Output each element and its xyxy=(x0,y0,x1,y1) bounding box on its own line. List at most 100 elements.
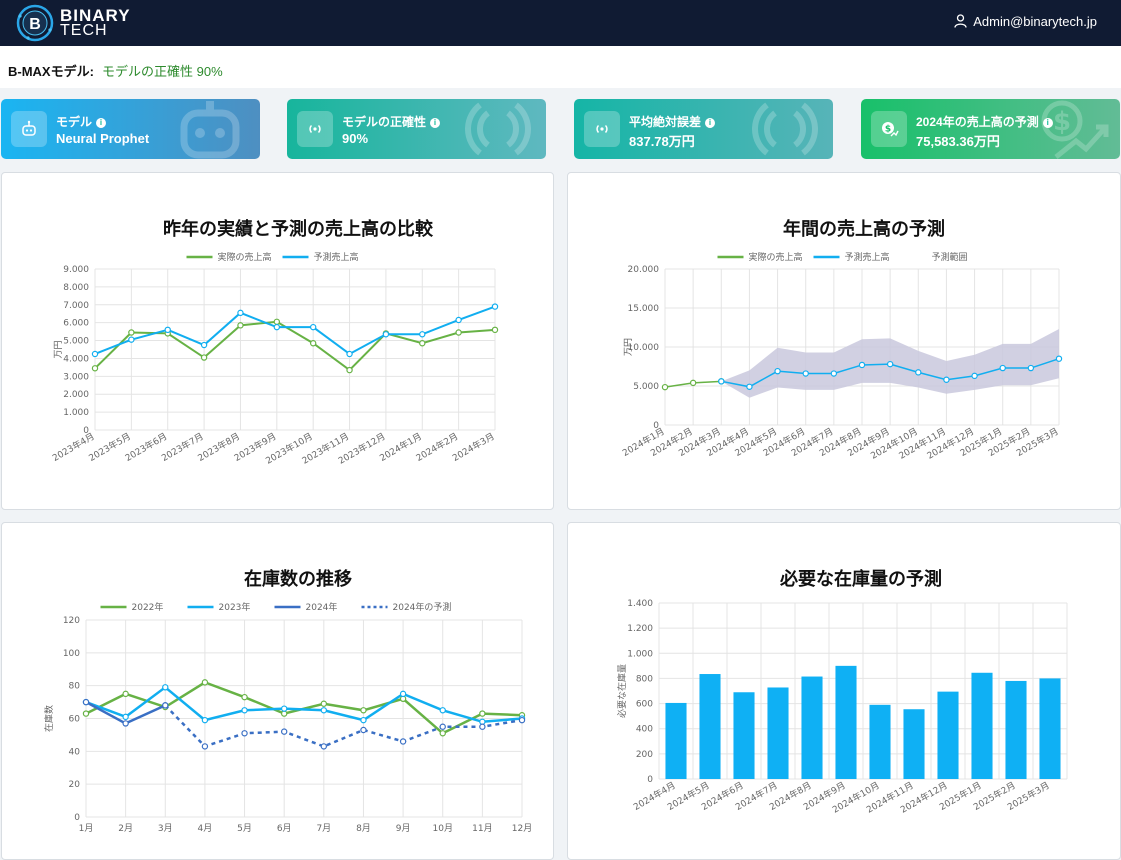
user-icon xyxy=(954,14,967,28)
y-tick-label: 4.000 xyxy=(63,354,89,364)
info-icon[interactable]: i xyxy=(705,118,716,128)
bar xyxy=(699,674,721,779)
top-bar: B BINARY TECH Admin@binarytech.jp xyxy=(0,0,1121,46)
data-point xyxy=(237,322,244,329)
x-tick-label: 2024年3月 xyxy=(450,430,496,464)
data-point xyxy=(439,730,446,737)
data-point xyxy=(241,730,248,737)
y-tick-label: 1.000 xyxy=(63,408,89,418)
bar xyxy=(733,692,755,779)
bar xyxy=(1005,680,1027,779)
series-line-2024-forecast xyxy=(164,704,523,748)
data-point xyxy=(491,303,499,310)
money-growth-decor-icon: $ xyxy=(1041,100,1109,159)
y-tick-label: 400 xyxy=(636,725,653,735)
kpi-card-accuracy: モデルの正確性 i 90% xyxy=(287,99,546,159)
kpi-title: モデル xyxy=(56,115,93,129)
y-tick-label: 1.400 xyxy=(627,599,653,609)
series-line-2023 xyxy=(85,685,523,724)
data-point xyxy=(128,329,135,336)
data-point xyxy=(346,350,353,358)
y-tick-label: 0 xyxy=(74,813,80,823)
info-icon[interactable]: i xyxy=(96,118,107,128)
data-point xyxy=(439,723,446,730)
y-tick-label: 15.000 xyxy=(628,304,660,314)
y-axis-label: 必要な在庫量 xyxy=(616,664,628,718)
info-icon[interactable]: i xyxy=(430,118,441,128)
bar xyxy=(1039,678,1061,779)
robot-decor-icon xyxy=(180,101,240,159)
robot-icon xyxy=(22,120,36,136)
kpi-title: モデルの正確性 xyxy=(342,115,427,129)
y-tick-label: 5.000 xyxy=(63,337,89,347)
chart-title: 在庫数の推移 xyxy=(244,568,352,590)
bar xyxy=(767,687,789,779)
data-point xyxy=(455,329,462,336)
data-point xyxy=(419,340,426,347)
data-point xyxy=(802,370,809,377)
bar xyxy=(665,702,687,779)
data-point xyxy=(309,340,317,347)
logo-line1: BINARY xyxy=(60,6,131,25)
data-point xyxy=(1055,355,1063,362)
model-accuracy-text: モデルの正確性 90% xyxy=(102,64,223,79)
bar xyxy=(835,665,857,779)
kpi-value: 90% xyxy=(342,131,369,146)
model-info-row: B-MAXモデル: モデルの正確性 90% xyxy=(0,46,1121,88)
gridlines xyxy=(85,619,523,818)
y-tick-label: 120 xyxy=(63,616,80,626)
legend-label: 予測売上高 xyxy=(845,251,890,263)
legend-label: 予測売上高 xyxy=(314,251,359,263)
data-point xyxy=(82,710,90,717)
data-point xyxy=(91,365,99,372)
binary-tech-logo[interactable]: B BINARY TECH xyxy=(16,4,216,42)
data-point xyxy=(200,354,208,361)
money-growth-icon: $ xyxy=(882,122,899,137)
y-tick-label: 20.000 xyxy=(628,265,660,275)
legend-label: 2024年 xyxy=(306,601,338,613)
data-point xyxy=(455,316,462,324)
data-point xyxy=(320,743,328,750)
legend-swatch xyxy=(901,253,927,261)
y-tick-label: 9.000 xyxy=(63,265,89,275)
data-point xyxy=(320,700,328,707)
bar xyxy=(903,709,925,779)
x-tick-label: 7月 xyxy=(316,823,331,834)
svg-text:B: B xyxy=(29,16,41,33)
data-point xyxy=(399,690,407,698)
y-tick-label: 20 xyxy=(69,780,81,790)
data-point xyxy=(943,376,950,383)
data-point xyxy=(971,372,978,380)
legend-label: 実際の売上高 xyxy=(218,251,272,263)
kpi-title: 平均絶対誤差 xyxy=(629,115,702,129)
kpi-value: 837.78万円 xyxy=(629,134,695,149)
legend-label: 2022年 xyxy=(132,601,164,613)
data-point xyxy=(201,716,209,724)
data-point xyxy=(399,738,407,745)
data-point xyxy=(774,367,781,375)
chart-title: 必要な在庫量の予測 xyxy=(779,568,942,590)
y-tick-label: 40 xyxy=(69,747,81,757)
y-tick-label: 5.000 xyxy=(633,382,659,392)
y-axis-label: 万円 xyxy=(53,340,64,358)
data-point xyxy=(858,361,866,369)
y-tick-label: 100 xyxy=(63,649,80,659)
legend-label: 実際の売上高 xyxy=(749,251,803,263)
logo-line2: TECH xyxy=(60,22,108,39)
y-tick-label: 0 xyxy=(647,775,653,785)
kpi-card-model: モデル i Neural Prophet xyxy=(1,99,260,159)
data-point xyxy=(122,720,129,727)
kpi-value: Neural Prophet xyxy=(56,131,150,146)
legend-label: 2023年 xyxy=(219,601,251,613)
data-point xyxy=(518,716,526,724)
x-tick-label: 1月 xyxy=(79,823,94,834)
data-point xyxy=(91,350,99,358)
svg-text:$: $ xyxy=(1053,107,1071,137)
x-tick-label: 11月 xyxy=(472,823,492,834)
data-point xyxy=(309,323,317,331)
user-menu[interactable]: Admin@binarytech.jp xyxy=(954,14,1097,29)
annual-forecast-chart: 年間の売上高の予測実際の売上高 予測売上高 予測範囲05.00010.00015.0… xyxy=(620,218,1063,462)
data-point xyxy=(201,679,209,686)
data-point xyxy=(360,707,367,714)
signal-icon xyxy=(309,124,321,134)
